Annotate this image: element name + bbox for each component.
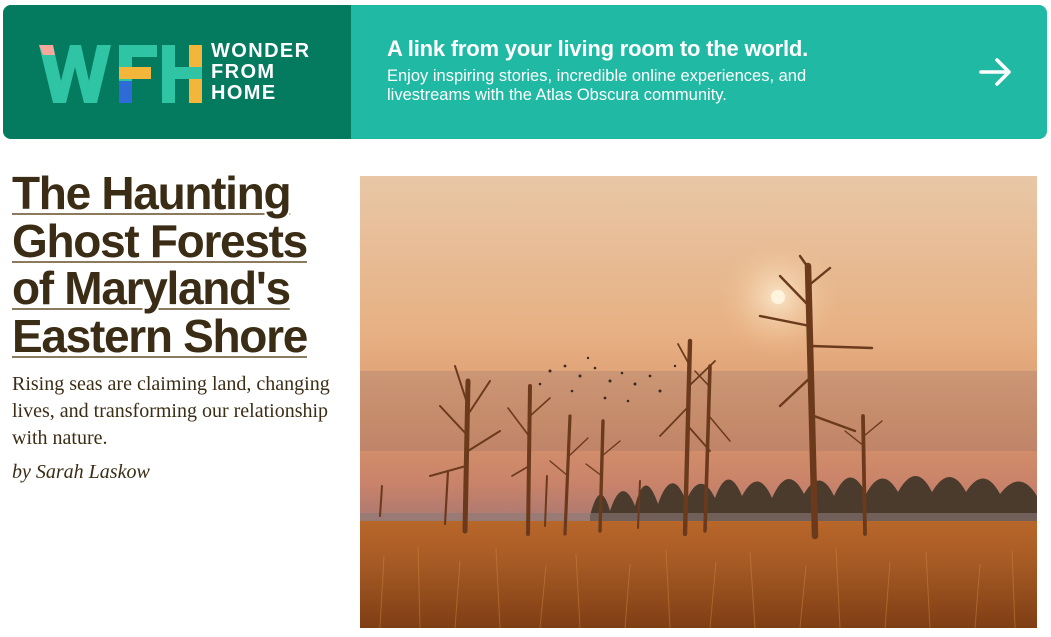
author-link[interactable]: by Sarah Laskow <box>12 461 150 483</box>
banner-subtext: Enjoy inspiring stories, incredible onli… <box>387 67 807 104</box>
article-title-link[interactable]: The Haunting Ghost Forests of Maryland's… <box>12 167 308 362</box>
article-title: The Haunting Ghost Forests of Maryland's… <box>12 167 342 362</box>
wfh-wordmark: WONDER FROM HOME <box>211 41 311 104</box>
wfh-banner[interactable]: WONDER FROM HOME A link from your living… <box>3 5 1047 139</box>
wfh-logo <box>39 45 202 103</box>
wfh-word-2: FROM <box>211 61 276 83</box>
banner-logo-panel: WONDER FROM HOME <box>3 5 351 139</box>
banner-headline: A link from your living room to the worl… <box>387 36 809 61</box>
wfh-word-1: WONDER <box>211 40 311 62</box>
arrow-right-icon[interactable] <box>979 55 1013 89</box>
hero-image[interactable] <box>360 176 1037 628</box>
wfh-word-3: HOME <box>211 82 277 104</box>
article-byline: by Sarah Laskow <box>12 461 150 484</box>
banner-message-panel: A link from your living room to the worl… <box>351 5 1047 139</box>
ghost-forest-photo <box>360 176 1037 628</box>
article-dek: Rising seas are claiming land, changing … <box>12 373 330 449</box>
